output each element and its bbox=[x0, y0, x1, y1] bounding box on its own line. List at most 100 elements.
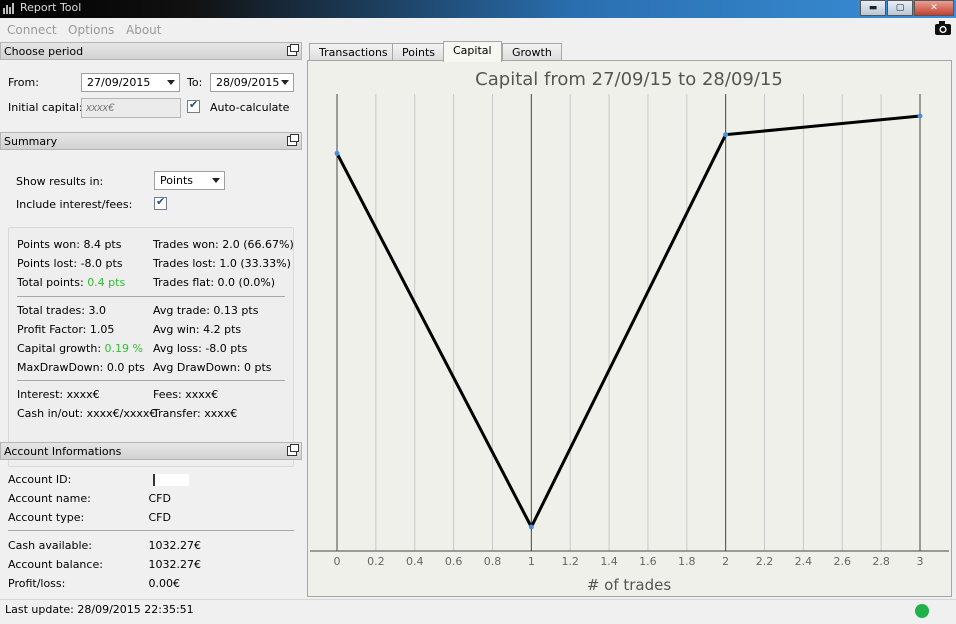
tab-capital[interactable]: Capital bbox=[443, 41, 502, 62]
x-tick-label: 2.8 bbox=[872, 555, 890, 568]
undock-icon[interactable] bbox=[287, 44, 299, 56]
stat-row: Profit Factor: 1.05 bbox=[17, 323, 114, 336]
from-date-picker[interactable]: 27/09/2015 bbox=[81, 73, 180, 92]
x-tick-label: 1.2 bbox=[561, 555, 579, 568]
undock-icon[interactable] bbox=[287, 444, 299, 456]
x-axis-label: # of trades bbox=[587, 576, 672, 594]
stat-value: 1032.27€ bbox=[148, 539, 202, 552]
x-tick-label: 1.6 bbox=[639, 555, 657, 568]
stat-label: Points won: bbox=[17, 238, 80, 251]
stat-row: Trades lost: 1.0 (33.33%) bbox=[153, 257, 291, 270]
stat-row: Total points: 0.4 pts bbox=[17, 276, 125, 289]
auto-calculate-checkbox[interactable]: ✔ bbox=[187, 98, 200, 113]
minimize-button[interactable]: ▬ bbox=[860, 0, 886, 16]
stat-label: Avg win: bbox=[153, 323, 200, 336]
x-tick-label: 0.6 bbox=[445, 555, 463, 568]
stat-value: CFD bbox=[148, 492, 171, 505]
stat-value: xxxx€ bbox=[66, 388, 100, 401]
left-panel: Choose period From: 27/09/2015 To: 28/09… bbox=[0, 42, 304, 602]
stat-value: 3.0 bbox=[88, 304, 106, 317]
stat-row: Cash in/out: xxxx€/xxxx€ bbox=[17, 407, 156, 420]
last-update-text: Last update: 28/09/2015 22:35:51 bbox=[5, 603, 194, 616]
initial-capital-label: Initial capital: bbox=[8, 101, 83, 114]
x-tick-label: 2.6 bbox=[834, 555, 852, 568]
title-bar: Report Tool ▬ ▢ ✕ bbox=[0, 0, 956, 18]
data-point bbox=[917, 113, 923, 119]
stat-value: 4.2 pts bbox=[203, 323, 242, 336]
to-date-picker[interactable]: 28/09/2015 bbox=[210, 73, 294, 92]
stat-value: 0.19 % bbox=[104, 342, 143, 355]
summary-header: Summary bbox=[0, 132, 302, 150]
x-tick-label: 2.2 bbox=[756, 555, 774, 568]
menu-connect[interactable]: Connect bbox=[7, 23, 57, 37]
stat-value: 2.0 (66.67%) bbox=[222, 238, 294, 251]
summary-stats-box: Points won: 8.4 pts Points lost: -8.0 pts… bbox=[8, 227, 294, 467]
stat-label: Fees: bbox=[153, 388, 182, 401]
summary-header-label: Summary bbox=[4, 135, 58, 148]
x-tick-label: 3 bbox=[917, 555, 924, 568]
connection-status-icon bbox=[915, 604, 929, 618]
stat-row: Points won: 8.4 pts bbox=[17, 238, 121, 251]
stat-value: 1032.27€ bbox=[148, 558, 202, 571]
stat-value: 0.0 pts bbox=[106, 361, 145, 374]
stat-label: Avg trade: bbox=[153, 304, 210, 317]
dropdown-arrow-icon bbox=[167, 80, 175, 85]
divider bbox=[8, 530, 294, 531]
stat-label: Trades lost: bbox=[153, 257, 216, 270]
stat-label: Account name: bbox=[8, 492, 91, 505]
dropdown-arrow-icon bbox=[281, 80, 289, 85]
stat-row: Points lost: -8.0 pts bbox=[17, 257, 123, 270]
initial-capital-input[interactable] bbox=[81, 98, 181, 118]
data-point bbox=[528, 524, 534, 530]
stat-label: Account type: bbox=[8, 511, 85, 524]
menu-about[interactable]: About bbox=[126, 23, 161, 37]
stat-row: Avg trade: 0.13 pts bbox=[153, 304, 258, 317]
stat-label: Profit/loss: bbox=[8, 577, 66, 590]
show-results-label: Show results in: bbox=[16, 175, 104, 188]
stat-row: Profit/loss: 0.00€ bbox=[8, 577, 180, 590]
undock-icon[interactable] bbox=[287, 134, 299, 146]
maximize-button[interactable]: ▢ bbox=[887, 0, 913, 16]
stat-value: 0.0 (0.0%) bbox=[217, 276, 276, 289]
stat-label: Cash available: bbox=[8, 539, 92, 552]
x-tick-label: 2.4 bbox=[795, 555, 813, 568]
show-results-value: Points bbox=[160, 174, 194, 187]
stat-label: Interest: bbox=[17, 388, 64, 401]
stat-row: Capital growth: 0.19 % bbox=[17, 342, 143, 355]
stat-label: Avg loss: bbox=[153, 342, 202, 355]
tab-points[interactable]: Points bbox=[392, 43, 446, 61]
camera-icon[interactable] bbox=[934, 20, 952, 36]
tab-transactions[interactable]: Transactions bbox=[309, 43, 398, 61]
tab-growth[interactable]: Growth bbox=[502, 43, 562, 61]
stat-value: 0.13 pts bbox=[213, 304, 259, 317]
stat-value: 0.4 pts bbox=[87, 276, 126, 289]
data-point bbox=[723, 132, 729, 138]
stat-row: Transfer: xxxx€ bbox=[153, 407, 237, 420]
x-tick-label: 1 bbox=[528, 555, 535, 568]
x-tick-label: 0.4 bbox=[406, 555, 424, 568]
stat-row: Interest: xxxx€ bbox=[17, 388, 100, 401]
stat-value: 1.05 bbox=[89, 323, 115, 336]
stat-row: Trades flat: 0.0 (0.0%) bbox=[153, 276, 275, 289]
show-results-select[interactable]: Points bbox=[154, 171, 225, 190]
window-title: Report Tool bbox=[20, 1, 82, 14]
stat-label: Points lost: bbox=[17, 257, 78, 270]
x-tick-label: 0 bbox=[334, 555, 341, 568]
stat-row: Account type: CFD bbox=[8, 511, 171, 524]
stat-value: CFD bbox=[148, 511, 171, 524]
stat-row: Trades won: 2.0 (66.67%) bbox=[153, 238, 294, 251]
stat-label: Capital growth: bbox=[17, 342, 102, 355]
from-date-value: 27/09/2015 bbox=[87, 76, 151, 89]
include-interest-checkbox[interactable]: ✔ bbox=[154, 195, 167, 210]
stat-label: MaxDrawDown: bbox=[17, 361, 104, 374]
stat-row: Account ID: bbox=[8, 473, 145, 486]
stat-value: -8.0 pts bbox=[205, 342, 248, 355]
close-button[interactable]: ✕ bbox=[914, 0, 954, 16]
menu-options[interactable]: Options bbox=[68, 23, 114, 37]
stat-row: Avg loss: -8.0 pts bbox=[153, 342, 247, 355]
status-bar: Last update: 28/09/2015 22:35:51 bbox=[0, 599, 956, 621]
stat-row: Cash available: 1032.27€ bbox=[8, 539, 201, 552]
stat-label: Cash in/out: bbox=[17, 407, 84, 420]
checkmark-icon: ✔ bbox=[156, 195, 166, 208]
x-tick-label: 1.8 bbox=[678, 555, 696, 568]
